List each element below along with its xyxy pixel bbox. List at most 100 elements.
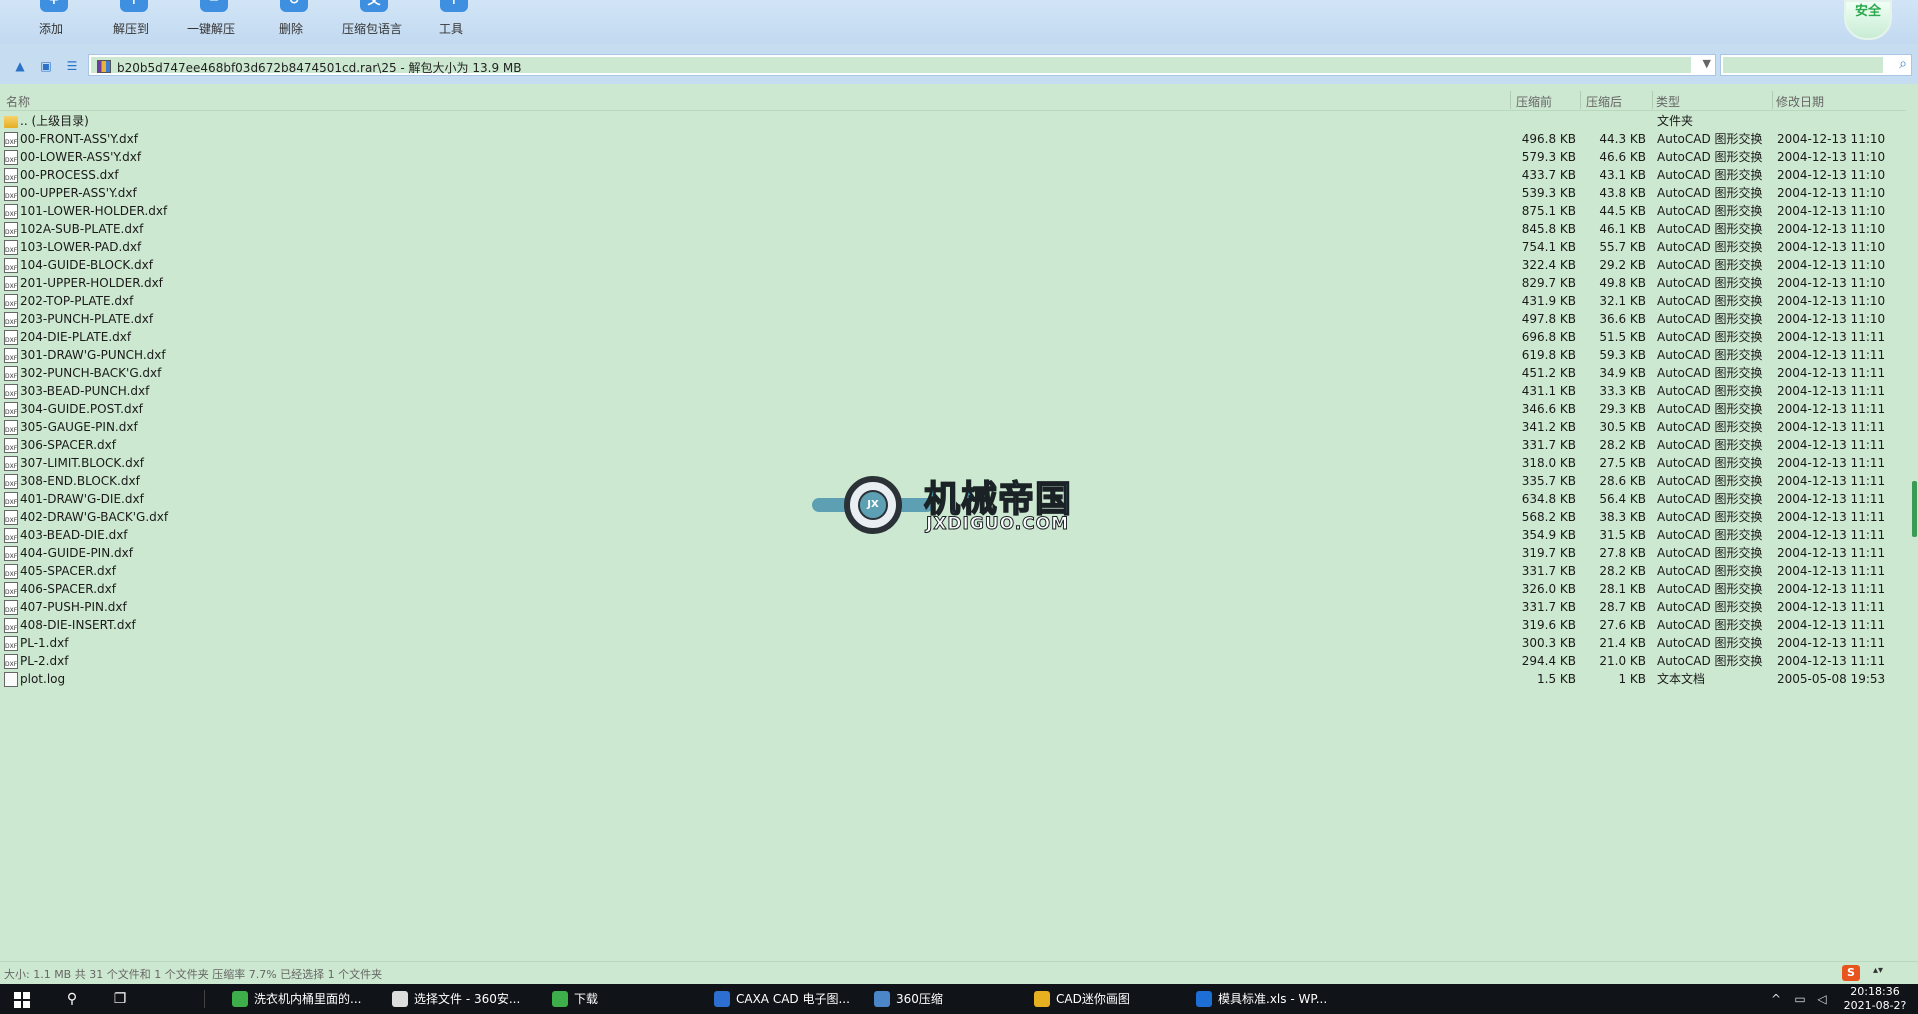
file-compressed-size: 36.6 KB [1599, 312, 1646, 326]
windows-taskbar: ⚲ ❐ 洗衣机内桶里面的... 选择文件 - 360安... 下载 CAXA CAD … [0, 984, 1918, 1014]
file-name: 406-SPACER.dxf [20, 582, 116, 596]
sogou-ime-icon[interactable]: S [1842, 965, 1860, 981]
search-input[interactable] [1723, 57, 1883, 73]
file-row[interactable]: DXF 204-DIE-PLATE.dxf 696.8 KB 51.5 KB AutoC… [0, 328, 1906, 346]
file-modified-date: 2004-12-13 11:10 [1777, 294, 1886, 308]
file-name: 301-DRAW'G-PUNCH.dxf [20, 348, 166, 362]
add-button[interactable]: + 添加 [16, 0, 86, 44]
file-row[interactable]: DXF 00-FRONT-ASS'Y.dxf 496.8 KB 44.3 KB Auto… [0, 130, 1906, 148]
taskbar-app-label: 洗衣机内桶里面的... [254, 992, 362, 1006]
path-field[interactable]: b20b5d747ee468bf03d672b8474501cd.rar\25 … [88, 54, 1716, 76]
thumbnail-view-icon[interactable]: ▣ [38, 58, 54, 74]
text-file-icon [4, 672, 18, 687]
file-type: AutoCAD 图形交换 [1657, 474, 1763, 488]
task-view-icon[interactable]: ❐ [108, 991, 132, 1007]
file-modified-date: 2004-12-13 11:11 [1777, 456, 1886, 470]
file-row[interactable]: DXF 202-TOP-PLATE.dxf 431.9 KB 32.1 KB AutoC… [0, 292, 1906, 310]
file-row[interactable]: DXF 301-DRAW'G-PUNCH.dxf 619.8 KB 59.3 KB Au… [0, 346, 1906, 364]
extract-to-label: 解压到 [112, 22, 149, 36]
file-name: 305-GAUGE-PIN.dxf [20, 420, 138, 434]
file-row[interactable]: DXF 101-LOWER-HOLDER.dxf 875.1 KB 44.5 KB Au… [0, 202, 1906, 220]
file-row[interactable]: DXF 305-GAUGE-PIN.dxf 341.2 KB 30.5 KB AutoC… [0, 418, 1906, 436]
network-icon[interactable]: ▭ [1792, 992, 1808, 1006]
file-packed-size: 326.0 KB [1521, 582, 1576, 596]
chevron-down-icon[interactable]: ▼ [1703, 57, 1711, 70]
file-row[interactable]: DXF 306-SPACER.dxf 331.7 KB 28.2 KB AutoCAD … [0, 436, 1906, 454]
dxf-file-icon: DXF [4, 510, 18, 525]
taskbar-app-label: CAXA CAD 电子图... [736, 992, 850, 1006]
up-level-icon[interactable]: ▲ [12, 58, 28, 74]
file-row[interactable]: DXF 405-SPACER.dxf 331.7 KB 28.2 KB AutoCAD … [0, 562, 1906, 580]
file-row[interactable]: DXF 00-PROCESS.dxf 433.7 KB 43.1 KB AutoCAD … [0, 166, 1906, 184]
file-type: AutoCAD 图形交换 [1657, 438, 1763, 452]
file-name: 204-DIE-PLATE.dxf [20, 330, 132, 344]
delete-button[interactable]: ↻ 删除 [256, 0, 326, 44]
tools-button[interactable]: ↑ 工具 [416, 0, 486, 44]
column-name[interactable]: 名称 [6, 93, 30, 110]
search-icon[interactable]: ⚲ [60, 991, 84, 1007]
status-bar: 大小: 1.1 MB 共 31 个文件和 1 个文件夹 压缩率 7.7% 已经选… [0, 961, 1918, 983]
search-icon[interactable]: ⌕ [1899, 56, 1907, 72]
file-type: AutoCAD 图形交换 [1657, 240, 1763, 254]
archive-language-button[interactable]: 文 压缩包语言 [336, 0, 408, 44]
one-click-extract-button[interactable]: − 一键解压 [176, 0, 246, 44]
file-modified-date: 2004-12-13 11:11 [1777, 402, 1886, 416]
dxf-file-icon: DXF [4, 456, 18, 471]
file-row[interactable]: DXF 103-LOWER-PAD.dxf 754.1 KB 55.7 KB AutoC… [0, 238, 1906, 256]
file-row[interactable]: DXF 102A-SUB-PLATE.dxf 845.8 KB 46.1 KB Auto… [0, 220, 1906, 238]
file-type: AutoCAD 图形交换 [1657, 204, 1763, 218]
file-row[interactable]: DXF 203-PUNCH-PLATE.dxf 497.8 KB 36.6 KB Aut… [0, 310, 1906, 328]
clock-time: 20:18:36 [1850, 985, 1900, 998]
file-row[interactable]: DXF 304-GUIDE.POST.dxf 346.6 KB 29.3 KB Auto… [0, 400, 1906, 418]
file-type: AutoCAD 图形交换 [1657, 348, 1763, 362]
list-view-icon[interactable]: ☰ [64, 58, 80, 74]
file-row[interactable]: DXF 00-UPPER-ASS'Y.dxf 539.3 KB 43.8 KB Auto… [0, 184, 1906, 202]
dxf-file-icon: DXF [4, 636, 18, 651]
file-row[interactable]: DXF PL-2.dxf 294.4 KB 21.0 KB AutoCAD 图形交换 20… [0, 652, 1906, 670]
chevron-up-icon[interactable]: ^ [1768, 992, 1784, 1006]
column-modified-date[interactable]: 修改日期 [1776, 93, 1824, 110]
file-row[interactable]: DXF 104-GUIDE-BLOCK.dxf 322.4 KB 29.2 KB Aut… [0, 256, 1906, 274]
file-modified-date: 2004-12-13 11:11 [1777, 564, 1886, 578]
file-type: AutoCAD 图形交换 [1657, 402, 1763, 416]
file-row[interactable]: DXF 407-PUSH-PIN.dxf 331.7 KB 28.7 KB AutoCA… [0, 598, 1906, 616]
file-compressed-size: 43.1 KB [1599, 168, 1646, 182]
scrollbar-thumb[interactable] [1912, 481, 1917, 537]
file-row[interactable]: DXF PL-1.dxf 300.3 KB 21.4 KB AutoCAD 图形交换 20… [0, 634, 1906, 652]
column-type[interactable]: 类型 [1656, 93, 1680, 110]
column-compressed-size[interactable]: 压缩后 [1586, 93, 1622, 110]
file-row[interactable]: plot.log 1.5 KB 1 KB 文本文档 2005-05-08 19:53 [0, 670, 1906, 688]
windows-start-icon[interactable] [14, 992, 30, 1008]
column-divider[interactable] [1652, 91, 1653, 109]
file-compressed-size: 29.3 KB [1599, 402, 1646, 416]
file-compressed-size: 29.2 KB [1599, 258, 1646, 272]
file-row[interactable]: DXF 406-SPACER.dxf 326.0 KB 28.1 KB AutoCAD … [0, 580, 1906, 598]
clock[interactable]: 20:18:36 2021-08-2? [1838, 985, 1912, 1013]
file-row[interactable]: DXF 408-DIE-INSERT.dxf 319.6 KB 27.6 KB Auto… [0, 616, 1906, 634]
vertical-scrollbar[interactable] [1910, 89, 1918, 957]
search-box[interactable]: ⌕ [1720, 54, 1912, 76]
file-compressed-size: 1 KB [1618, 672, 1646, 686]
file-packed-size: 300.3 KB [1521, 636, 1576, 650]
file-name: 00-PROCESS.dxf [20, 168, 119, 182]
file-row[interactable]: DXF 302-PUNCH-BACK'G.dxf 451.2 KB 34.9 KB Au… [0, 364, 1906, 382]
file-row[interactable]: DXF 00-LOWER-ASS'Y.dxf 579.3 KB 46.6 KB Auto… [0, 148, 1906, 166]
ime-menu-arrow-icon[interactable]: ▴▾ [1873, 965, 1883, 976]
column-divider[interactable] [1510, 91, 1511, 109]
one-click-extract-label: 一键解压 [186, 22, 235, 36]
toolbar: + 添加 ↑ 解压到 − 一键解压 ↻ 删除 文 压缩包语言 ↑ 工具 安全 [0, 0, 1918, 44]
security-shield-icon[interactable]: 安全 [1844, 0, 1892, 40]
file-name: PL-2.dxf [20, 654, 69, 668]
column-divider[interactable] [1772, 91, 1773, 109]
parent-directory-row[interactable]: .. (上级目录) 文件夹 [0, 112, 1906, 130]
extract-to-button[interactable]: ↑ 解压到 [96, 0, 166, 44]
file-row[interactable]: DXF 201-UPPER-HOLDER.dxf 829.7 KB 49.8 KB Au… [0, 274, 1906, 292]
file-row[interactable]: DXF 404-GUIDE-PIN.dxf 319.7 KB 27.8 KB AutoC… [0, 544, 1906, 562]
column-packed-size[interactable]: 压缩前 [1516, 93, 1552, 110]
speaker-icon[interactable]: ◁ [1814, 992, 1830, 1006]
gear-icon: JX [844, 476, 902, 534]
file-row[interactable]: DXF 303-BEAD-PUNCH.dxf 431.1 KB 33.3 KB Auto… [0, 382, 1906, 400]
column-divider[interactable] [1580, 91, 1581, 109]
file-modified-date: 2004-12-13 11:11 [1777, 636, 1886, 650]
file-type: AutoCAD 图形交换 [1657, 294, 1763, 308]
